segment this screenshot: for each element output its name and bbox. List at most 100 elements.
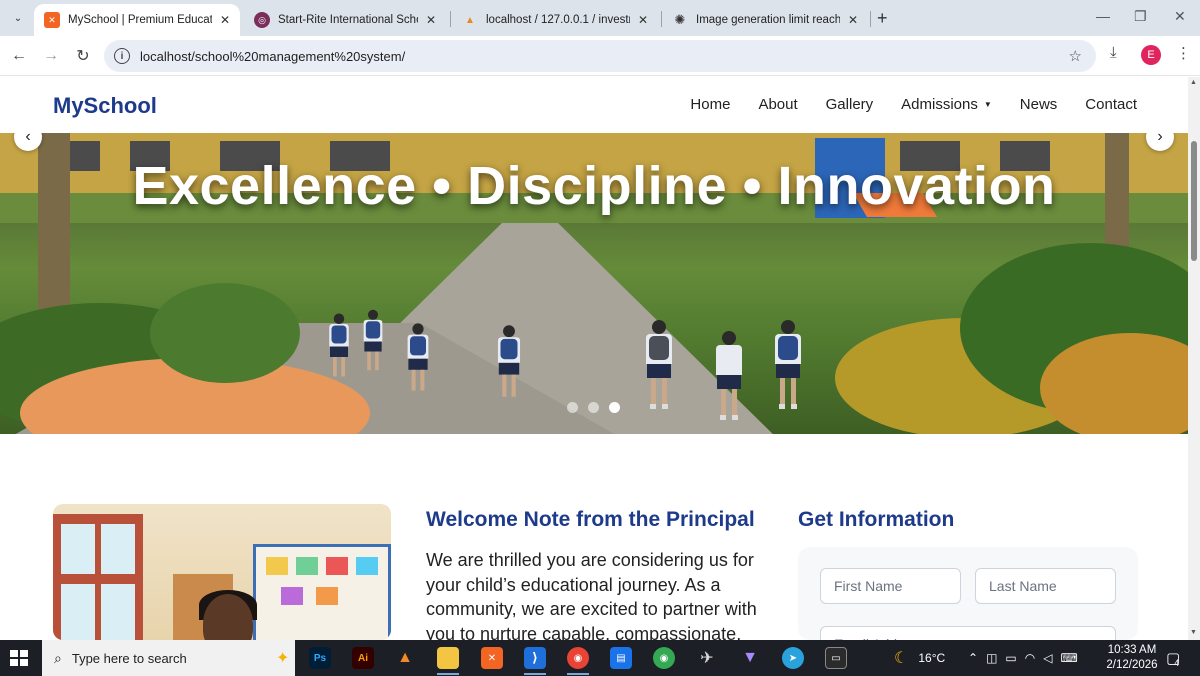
taskbar-search-placeholder: Type here to search — [71, 650, 187, 666]
xampp-taskbar-icon[interactable]: ✕ — [481, 647, 503, 669]
notification-center[interactable]: ▢ 4 — [1166, 640, 1180, 676]
nav-link-contact[interactable]: Contact — [1085, 96, 1137, 113]
battery-icon[interactable]: ▭ — [1005, 651, 1016, 665]
profile-avatar[interactable]: E — [1141, 45, 1161, 65]
tab-search-chevron-icon[interactable]: ⌄ — [6, 7, 30, 29]
hero-student — [363, 309, 383, 371]
illustrator-icon[interactable]: Ai — [352, 647, 374, 669]
chrome-profile-icon[interactable]: ◉ — [567, 647, 589, 669]
photo-bulletin-board — [253, 544, 391, 640]
photo-window-pane — [101, 584, 135, 640]
taskbar-search-box[interactable]: ⌕ Type here to search ✦ — [42, 640, 295, 676]
carousel-dot-2[interactable] — [588, 402, 599, 413]
tab-image-limit[interactable]: ✺ Image generation limit reached ✕ — [662, 4, 868, 36]
new-tab-plus-icon[interactable]: + — [877, 8, 888, 29]
photo-window-pane — [61, 524, 95, 574]
search-icon: ⌕ — [54, 649, 62, 666]
file-explorer-icon[interactable] — [437, 647, 459, 669]
restore-icon[interactable]: ❐ — [1134, 8, 1147, 25]
hero-title: Excellence • Discipline • Innovation — [132, 156, 1056, 216]
first-name-input[interactable] — [820, 568, 961, 604]
scroll-thumb[interactable] — [1191, 141, 1197, 261]
download-icon[interactable]: ⤓ — [1110, 44, 1117, 61]
page-scrollbar[interactable]: ▲ ▼ — [1188, 77, 1200, 640]
vscode-icon[interactable]: ⟩ — [524, 647, 546, 669]
get-info-heading: Get Information — [798, 508, 955, 531]
nav-link-about[interactable]: About — [758, 96, 797, 113]
tray-meet-icon[interactable]: ◫ — [986, 651, 997, 665]
browser-tabstrip: ⌄ ✕ MySchool | Premium Education ✕ ◎ Sta… — [0, 0, 1200, 36]
nav-link-admissions[interactable]: Admissions ▼ — [901, 96, 992, 113]
photo-board-card — [281, 587, 303, 605]
moon-icon: ☾ — [894, 650, 909, 667]
close-tab-icon[interactable]: ✕ — [220, 13, 230, 27]
photo-window-pane — [61, 584, 95, 640]
chrome-icon[interactable]: ◉ — [653, 647, 675, 669]
bird-app-icon[interactable]: ✈ — [696, 647, 718, 669]
tab-start-rite[interactable]: ◎ Start-Rite International School. ✕ — [244, 4, 446, 36]
nav-link-home[interactable]: Home — [690, 96, 730, 113]
back-arrow-icon[interactable]: ← — [8, 45, 30, 67]
tab-myschool[interactable]: ✕ MySchool | Premium Education ✕ — [34, 4, 240, 36]
principal-photo — [53, 504, 391, 640]
copilot-sparkle-icon[interactable]: ✦ — [276, 648, 289, 668]
carousel-dot-3[interactable] — [609, 402, 620, 413]
active-app-indicator — [437, 673, 459, 675]
clock-date: 2/12/2026 — [1106, 659, 1158, 671]
site-main-menu: Home About Gallery Admissions ▼ News Con… — [690, 96, 1137, 113]
welcome-heading: Welcome Note from the Principal — [426, 508, 755, 531]
photo-board-card — [326, 557, 348, 575]
weather-temperature: 16°C — [918, 651, 946, 665]
vlc-icon[interactable]: ▲ — [394, 647, 416, 669]
xampp-icon: ✕ — [44, 12, 60, 28]
remote-desktop-icon[interactable]: ▤ — [610, 647, 632, 669]
tab-phpmyadmin[interactable]: ▲ localhost / 127.0.0.1 / investme ✕ — [452, 4, 658, 36]
close-tab-icon[interactable]: ✕ — [426, 13, 436, 27]
hero-student — [329, 313, 349, 377]
welcome-body: We are thrilled you are considering us f… — [426, 550, 757, 640]
forward-arrow-icon[interactable]: → — [40, 45, 62, 67]
url-text[interactable]: localhost/school%20management%20system/ — [140, 49, 405, 64]
carousel-dot-1[interactable] — [567, 402, 578, 413]
caret-down-icon: ▼ — [983, 100, 992, 109]
hero-carousel: Excellence • Discipline • Innovation ‹ › — [0, 133, 1188, 434]
active-app-indicator — [567, 673, 589, 675]
address-bar[interactable]: i localhost/school%20management%20system… — [104, 40, 1096, 72]
photoshop-icon[interactable]: Ps — [309, 647, 331, 669]
tab-title: MySchool | Premium Education — [68, 14, 212, 26]
telegram-icon[interactable]: ➤ — [782, 647, 804, 669]
windows-start-icon[interactable] — [10, 650, 28, 666]
minimize-icon[interactable]: — — [1096, 8, 1110, 24]
reload-icon[interactable]: ↻ — [72, 45, 94, 67]
browser-toolbar: ← → ↻ i localhost/school%20management%20… — [0, 36, 1200, 76]
terminal-icon[interactable]: ▭ — [825, 647, 847, 669]
last-name-input[interactable] — [975, 568, 1116, 604]
close-tab-icon[interactable]: ✕ — [638, 13, 648, 27]
nav-link-gallery[interactable]: Gallery — [826, 96, 874, 113]
more-menu-icon[interactable]: ⋮ — [1176, 44, 1191, 62]
wifi-icon[interactable]: ◠ — [1025, 651, 1035, 665]
close-window-icon[interactable]: ✕ — [1174, 8, 1186, 25]
photo-window-pane — [101, 524, 135, 574]
scroll-down-arrow-icon[interactable]: ▼ — [1190, 629, 1197, 636]
hero-student — [497, 325, 521, 397]
vpn-shield-icon[interactable]: ▼ — [739, 647, 761, 669]
tray-chevron-up-icon[interactable]: ⌃ — [968, 651, 978, 665]
weather-widget[interactable]: ☾ 16°C — [894, 640, 945, 676]
volume-icon[interactable]: ◁ — [1043, 651, 1052, 665]
school-logo-icon: ◎ — [254, 12, 270, 28]
keyboard-icon[interactable]: ⌨ — [1060, 651, 1077, 665]
hero-student — [407, 323, 429, 391]
site-brand-logo[interactable]: MySchool — [53, 93, 157, 119]
photo-board-card — [356, 557, 378, 575]
site-info-icon[interactable]: i — [114, 48, 130, 64]
bookmark-star-icon[interactable]: ☆ — [1069, 47, 1082, 65]
notification-count: 4 — [1174, 658, 1180, 668]
taskbar-clock[interactable]: 10:33 AM 2/12/2026 — [1104, 643, 1160, 673]
tab-divider — [870, 11, 871, 27]
tab-title: localhost / 127.0.0.1 / investme — [486, 14, 630, 26]
scroll-up-arrow-icon[interactable]: ▲ — [1190, 79, 1197, 86]
photo-board-card — [266, 557, 288, 575]
close-tab-icon[interactable]: ✕ — [848, 13, 858, 27]
nav-link-news[interactable]: News — [1020, 96, 1058, 113]
